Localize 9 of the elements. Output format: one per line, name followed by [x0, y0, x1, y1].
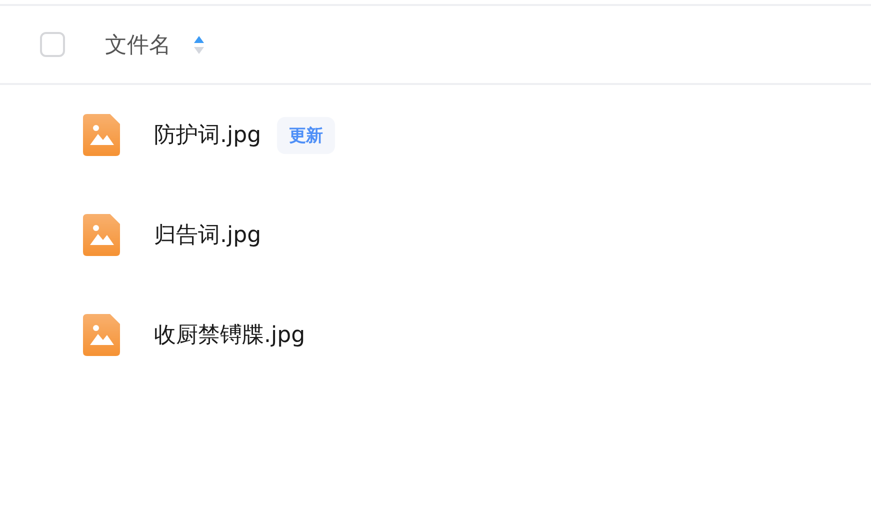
- file-name[interactable]: 收厨禁镈牒.jpg: [154, 320, 306, 350]
- image-file-icon: [83, 214, 120, 256]
- select-all-checkbox[interactable]: [40, 32, 65, 57]
- image-file-icon: [83, 114, 120, 156]
- update-tag: 更新: [277, 116, 336, 154]
- column-header[interactable]: 文件名: [105, 30, 171, 60]
- image-file-icon: [83, 314, 120, 356]
- file-name[interactable]: 归告词.jpg: [154, 220, 262, 250]
- file-name[interactable]: 防护词.jpg: [154, 120, 262, 150]
